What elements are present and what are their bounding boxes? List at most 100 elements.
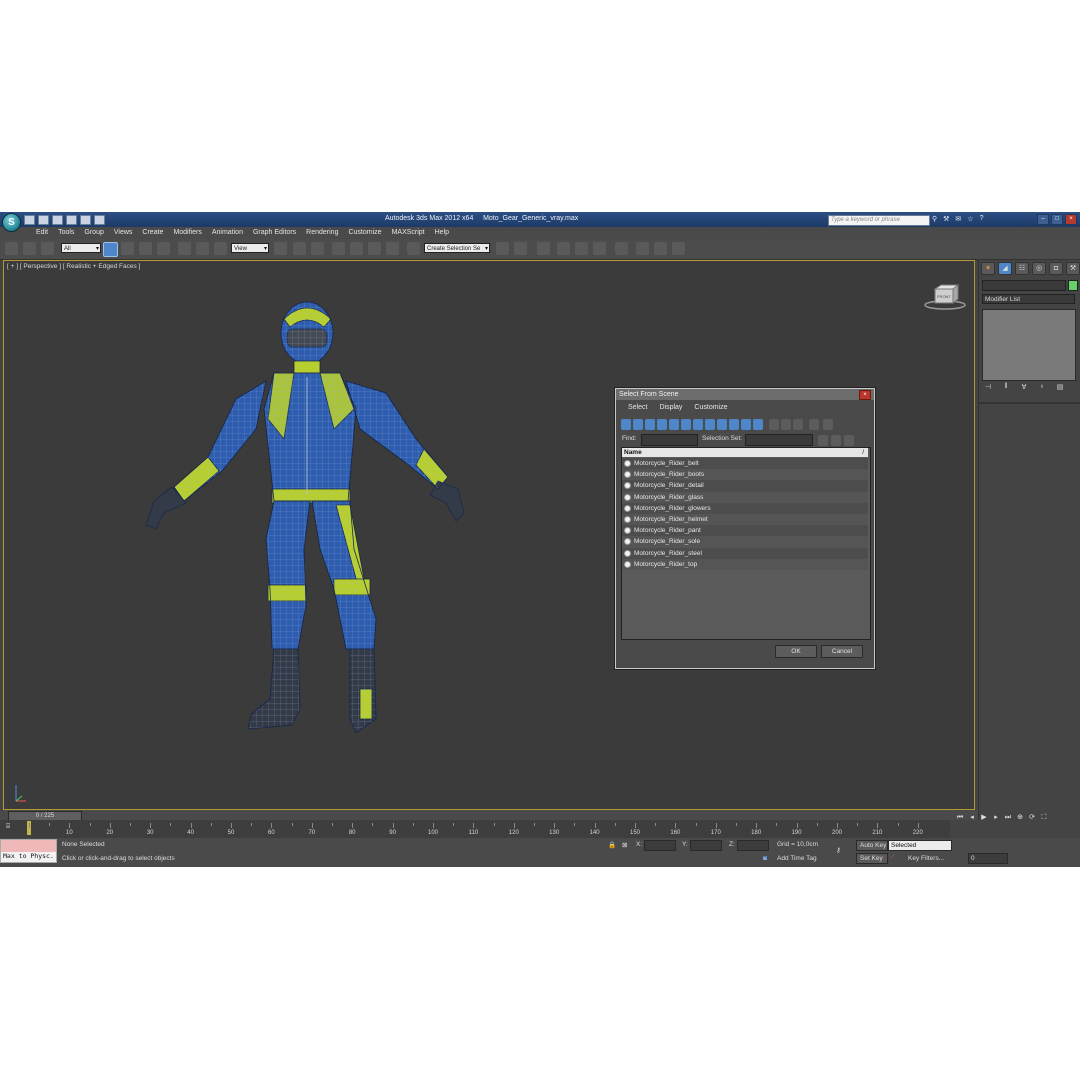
list-item[interactable]: Motorcycle_Rider_helmet <box>622 513 868 526</box>
help-icon[interactable]: ? <box>980 215 984 223</box>
selection-filter-dropdown[interactable]: All <box>61 243 101 254</box>
align-icon[interactable] <box>514 242 527 255</box>
list-item[interactable]: Motorcycle_Rider_pant <box>622 525 868 537</box>
key-mode-dropdown[interactable]: Selected <box>888 840 952 851</box>
redo-icon[interactable] <box>80 215 91 225</box>
make-unique-icon[interactable]: ∀ <box>1018 383 1030 393</box>
snaps-toggle-icon[interactable] <box>332 242 345 255</box>
menu-group[interactable]: Group <box>79 227 108 239</box>
display-groups-icon[interactable] <box>693 419 703 430</box>
menu-graph-editors[interactable]: Graph Editors <box>248 227 301 239</box>
show-end-result-icon[interactable]: ‖ <box>1000 383 1012 393</box>
zoom-extents-icon[interactable]: ⊕ <box>1015 813 1025 823</box>
column-header-name[interactable]: Name / <box>622 448 868 457</box>
x-coordinate-field[interactable] <box>644 840 676 851</box>
spinner-snap-icon[interactable] <box>386 242 399 255</box>
object-list[interactable]: Name / Motorcycle_Rider_belt Motorcycle_… <box>621 447 871 640</box>
render-setup-icon[interactable] <box>636 242 649 255</box>
go-to-start-icon[interactable]: ⏮ <box>955 813 965 823</box>
filter-icon[interactable] <box>809 419 819 430</box>
dialog-menu-customize[interactable]: Customize <box>688 403 733 413</box>
viewcube[interactable]: FRONT <box>922 281 968 311</box>
modifier-stack[interactable] <box>982 309 1076 381</box>
menu-tools[interactable]: Tools <box>53 227 79 239</box>
display-invert-icon[interactable] <box>793 419 803 430</box>
select-scale-icon[interactable] <box>214 242 227 255</box>
create-selection-set-icon[interactable] <box>818 435 828 446</box>
named-selection-dropdown[interactable]: Create Selection Se <box>424 243 490 254</box>
find-input[interactable] <box>641 434 698 446</box>
hierarchy-tab-icon[interactable]: ☷ <box>1015 262 1029 275</box>
list-item[interactable]: Motorcycle_Rider_glass <box>622 491 868 503</box>
infocenter-search-input[interactable]: Type a keyword or phrase <box>828 215 930 226</box>
auto-key-button[interactable]: Auto Key <box>856 840 888 851</box>
menu-help[interactable]: Help <box>430 227 454 239</box>
filter-options-icon[interactable] <box>823 419 833 430</box>
motorcycle-rider-model[interactable] <box>124 289 524 789</box>
display-tab-icon[interactable]: ◘ <box>1049 262 1063 275</box>
display-shapes-icon[interactable] <box>633 419 643 430</box>
list-item[interactable]: Motorcycle_Rider_detail <box>622 480 868 492</box>
select-set-members-icon[interactable] <box>844 435 854 446</box>
display-bones-icon[interactable] <box>717 419 727 430</box>
keyboard-shortcut-override-icon[interactable] <box>311 242 324 255</box>
z-coordinate-field[interactable] <box>737 840 769 851</box>
reference-coordinate-dropdown[interactable]: View <box>231 243 269 254</box>
new-file-icon[interactable] <box>24 215 35 225</box>
schematic-view-icon[interactable] <box>593 242 606 255</box>
minimize-icon[interactable]: – <box>1037 214 1049 225</box>
orbit-icon[interactable]: ⟳ <box>1027 813 1037 823</box>
display-xrefs-icon[interactable] <box>705 419 715 430</box>
utilities-tab-icon[interactable]: ⚒ <box>1066 262 1080 275</box>
pin-stack-icon[interactable]: ⊣ <box>982 383 994 393</box>
ok-button[interactable]: OK <box>775 645 817 658</box>
time-tag-icon[interactable]: ◙ <box>763 855 767 862</box>
set-key-button[interactable]: Set Key <box>856 853 888 864</box>
list-item[interactable]: Motorcycle_Rider_belt <box>622 458 868 470</box>
remove-selection-set-icon[interactable] <box>831 435 841 446</box>
display-none-icon[interactable] <box>781 419 791 430</box>
rectangular-selection-icon[interactable] <box>139 242 152 255</box>
maximize-viewport-icon[interactable]: ⛶ <box>1039 813 1049 823</box>
add-time-tag[interactable]: Add Time Tag <box>777 855 817 862</box>
pivot-center-icon[interactable] <box>274 242 287 255</box>
display-space-warps-icon[interactable] <box>681 419 691 430</box>
undo-icon[interactable] <box>66 215 77 225</box>
save-file-icon[interactable] <box>52 215 63 225</box>
current-frame-field[interactable]: 0 <box>968 853 1008 864</box>
viewport-label[interactable]: [ + ] [ Perspective ] [ Realistic + Edge… <box>7 263 140 270</box>
configure-sets-icon[interactable]: ▤ <box>1054 383 1066 393</box>
list-item[interactable]: Motorcycle_Rider_boots <box>622 469 868 481</box>
maxscript-listener[interactable]: Max to Physc. <box>0 839 57 863</box>
layer-manager-icon[interactable] <box>537 242 550 255</box>
open-file-icon[interactable] <box>38 215 49 225</box>
list-item[interactable]: Motorcycle_Rider_sole <box>622 536 868 548</box>
modify-tab-icon[interactable]: ◢ <box>998 262 1012 275</box>
dialog-menu-display[interactable]: Display <box>653 403 688 413</box>
display-helpers-icon[interactable] <box>669 419 679 430</box>
menu-edit[interactable]: Edit <box>31 227 53 239</box>
object-name-field[interactable] <box>982 280 1066 291</box>
list-item[interactable]: Motorcycle_Rider_steel <box>622 547 868 559</box>
modifier-list-dropdown[interactable]: Modifier List <box>982 294 1075 304</box>
object-color-swatch[interactable] <box>1068 280 1078 291</box>
display-hidden-icon[interactable] <box>753 419 763 430</box>
next-frame-icon[interactable]: ▸ <box>991 813 1001 823</box>
go-to-end-icon[interactable]: ⏭ <box>1003 813 1013 823</box>
perspective-viewport[interactable]: [ + ] [ Perspective ] [ Realistic + Edge… <box>3 260 975 810</box>
menu-views[interactable]: Views <box>109 227 138 239</box>
angle-snap-icon[interactable] <box>350 242 363 255</box>
graphite-ribbon-icon[interactable] <box>557 242 570 255</box>
select-move-icon[interactable] <box>178 242 191 255</box>
percent-snap-icon[interactable] <box>368 242 381 255</box>
play-icon[interactable]: ▶ <box>979 813 989 823</box>
selection-set-dropdown[interactable] <box>745 434 813 446</box>
set-keys-key-icon[interactable]: ⚷ <box>836 846 841 854</box>
close-icon[interactable]: × <box>1065 214 1077 225</box>
mirror-icon[interactable] <box>496 242 509 255</box>
menu-rendering[interactable]: Rendering <box>301 227 343 239</box>
display-containers-icon[interactable] <box>729 419 739 430</box>
dialog-menu-select[interactable]: Select <box>622 403 653 413</box>
list-item[interactable]: Motorcycle_Rider_top <box>622 558 868 570</box>
select-object-icon[interactable] <box>103 242 118 257</box>
